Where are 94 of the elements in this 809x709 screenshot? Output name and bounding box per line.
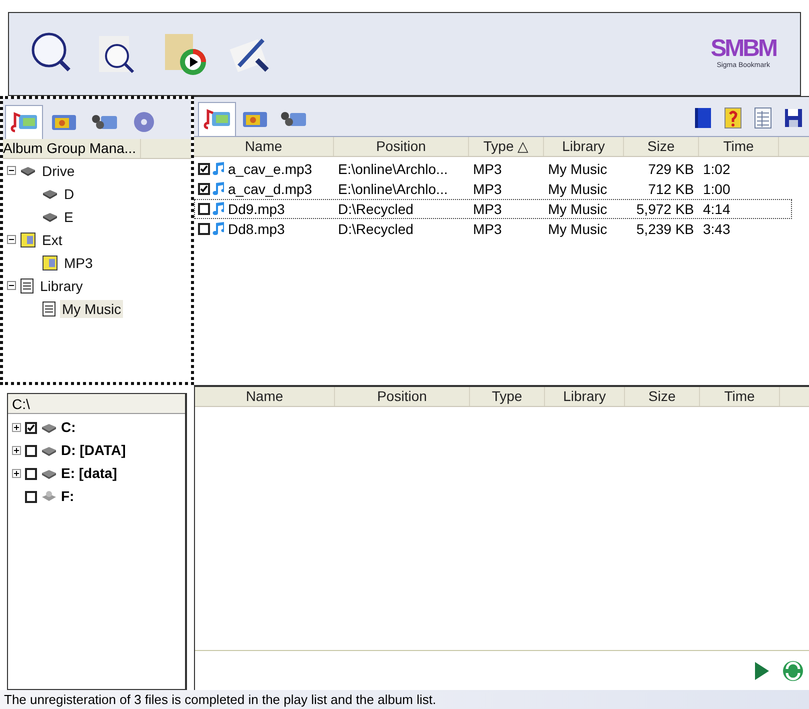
collapse-toggle[interactable] <box>7 235 16 244</box>
expand-toggle[interactable] <box>12 446 21 455</box>
table-cell-text: 729 KB <box>648 160 694 178</box>
table-cell-text: MP3 <box>473 200 502 218</box>
column-header[interactable]: Library <box>545 387 625 406</box>
document-icon <box>42 300 56 316</box>
drive-icon <box>41 444 57 456</box>
table-cell-text: Dd8.mp3 <box>228 220 285 239</box>
table-cell-text: E:\online\Archlo... <box>338 160 448 178</box>
music-note-icon <box>202 108 232 132</box>
status-bar: The unregisteration of 3 files is completed in the play list and the album list. <box>0 690 809 709</box>
checkbox[interactable] <box>198 183 210 195</box>
removable-drive-icon <box>41 490 57 504</box>
playlist-row[interactable]: Dd8.mp3 D:\Recycled MP3 My Music 5,239 KB 3:43 <box>194 219 792 239</box>
table-cell-text: My Music <box>548 200 608 219</box>
table-cell-text: D:\Recycled <box>338 200 414 219</box>
folder-icon <box>42 254 58 270</box>
drive-icon <box>41 422 57 434</box>
playlist-tab[interactable] <box>198 102 236 136</box>
save-icon[interactable] <box>783 106 803 130</box>
music-note-icon <box>212 201 226 217</box>
table-cell-text: a_cav_e.mp3 <box>228 160 312 179</box>
folder-icon <box>20 232 36 248</box>
book-icon[interactable] <box>693 106 713 130</box>
logo-letters: SMBM <box>710 36 776 61</box>
playlist-row[interactable]: Dd9.mp3 D:\Recycled MP3 My Music 5,972 KB 4:14 <box>194 199 792 219</box>
table-cell-text: Dd9.mp3 <box>228 200 285 219</box>
checkbox[interactable] <box>198 223 210 235</box>
help-icon[interactable] <box>723 106 743 130</box>
table-cell-text: My Music <box>548 180 608 199</box>
tree-item[interactable]: D <box>62 184 76 202</box>
checkbox[interactable] <box>198 203 210 215</box>
table-cell-text: 712 KB <box>648 180 694 198</box>
play-icon[interactable] <box>753 660 771 682</box>
album-tab[interactable] <box>5 105 43 139</box>
tree-item[interactable]: Drive <box>40 162 77 180</box>
disc-icon <box>132 110 156 134</box>
tree-item[interactable]: E <box>62 208 76 226</box>
document-icon <box>20 278 34 294</box>
table-cell-text: 4:14 <box>703 200 730 218</box>
column-header[interactable]: Name <box>195 387 335 406</box>
column-header[interactable]: Position <box>334 137 469 156</box>
tree-item[interactable]: MP3 <box>62 254 95 272</box>
table-cell-text: 5,972 KB <box>636 200 694 218</box>
expand-toggle[interactable] <box>12 469 21 478</box>
table-cell-text: MP3 <box>473 160 502 178</box>
music-note-icon <box>212 161 226 177</box>
drive-icon <box>42 188 58 200</box>
checkbox[interactable] <box>25 444 37 456</box>
collapse-toggle[interactable] <box>7 281 16 290</box>
checkbox[interactable] <box>25 490 37 502</box>
music-note-icon <box>212 221 226 237</box>
checkbox[interactable] <box>198 163 210 175</box>
tree-item[interactable]: Library <box>38 276 85 294</box>
drive-label[interactable]: D: [DATA] <box>61 440 126 461</box>
playlist-row[interactable]: a_cav_d.mp3 E:\online\Archlo... MP3 My Music 712 KB 1:00 <box>194 179 792 199</box>
table-cell-text: a_cav_d.mp3 <box>228 180 312 199</box>
column-header[interactable]: Library <box>544 137 624 156</box>
expand-toggle[interactable] <box>12 423 21 432</box>
column-header[interactable]: Time <box>699 137 779 156</box>
column-header[interactable]: Position <box>335 387 470 406</box>
column-header[interactable]: Size <box>625 387 700 406</box>
drive-label[interactable]: C: <box>61 417 76 438</box>
folder-path: C:\ <box>8 394 185 414</box>
drive-label[interactable]: F: <box>61 486 74 507</box>
table-cell-text: 1:02 <box>703 160 730 178</box>
playlist-row[interactable]: a_cav_e.mp3 E:\online\Archlo... MP3 My Music 729 KB 1:02 <box>194 159 792 179</box>
table-icon[interactable] <box>753 106 773 130</box>
music-note-icon <box>212 181 226 197</box>
music-note-icon <box>9 110 39 134</box>
tree-item[interactable]: My Music <box>60 300 124 318</box>
table-cell-text: 5,239 KB <box>636 220 694 238</box>
column-header[interactable]: Type △ <box>469 137 544 156</box>
refresh-icon[interactable] <box>781 658 805 682</box>
column-header[interactable]: Type <box>470 387 545 406</box>
column-header[interactable]: Name <box>194 137 334 156</box>
checkbox[interactable] <box>25 422 37 434</box>
drive-icon <box>41 468 57 480</box>
table-cell-text: MP3 <box>473 180 502 198</box>
column-header[interactable]: Size <box>624 137 699 156</box>
table-cell-text: 3:43 <box>703 220 730 238</box>
column-header[interactable]: Time <box>700 387 780 406</box>
drive-label[interactable]: E: [data] <box>61 463 117 484</box>
drive-icon <box>42 210 58 222</box>
checkbox[interactable] <box>25 468 37 480</box>
table-cell-text: 1:00 <box>703 180 730 198</box>
collapse-toggle[interactable] <box>7 166 16 175</box>
table-cell-text: MP3 <box>473 220 502 238</box>
table-cell-text: My Music <box>548 160 608 179</box>
drive-icon <box>20 164 36 176</box>
tree-item[interactable]: Ext <box>40 230 64 248</box>
table-cell-text: My Music <box>548 220 608 239</box>
table-cell-text: E:\online\Archlo... <box>338 180 448 198</box>
table-cell-text: D:\Recycled <box>338 220 414 239</box>
